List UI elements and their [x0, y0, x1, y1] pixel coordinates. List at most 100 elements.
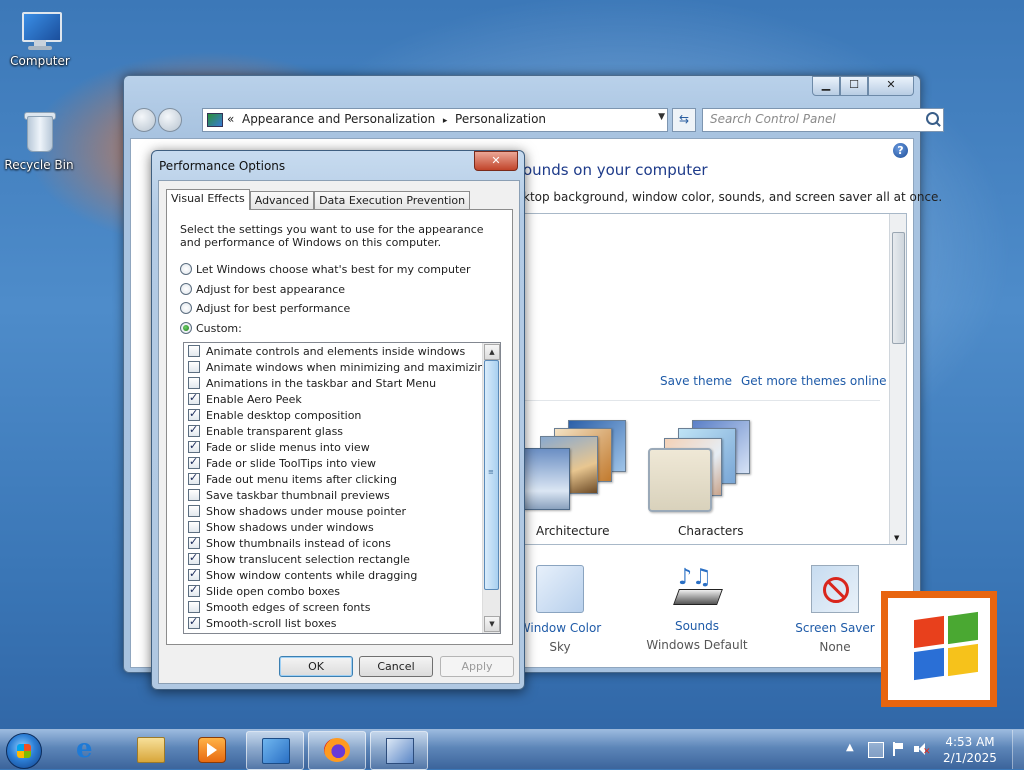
search-input[interactable]: Search Control Panel: [702, 108, 944, 132]
breadcrumb-overflow[interactable]: «: [227, 112, 234, 126]
get-more-themes-link[interactable]: Get more themes online: [741, 374, 887, 388]
checkbox[interactable]: [188, 601, 200, 613]
action-center-icon[interactable]: [891, 742, 905, 756]
option-row[interactable]: Show thumbnails instead of icons: [188, 534, 391, 552]
checkbox[interactable]: [188, 534, 200, 550]
checkbox[interactable]: [188, 489, 200, 501]
option-row[interactable]: Save taskbar thumbnail previews: [188, 488, 390, 504]
network-icon[interactable]: [868, 742, 884, 758]
option-row[interactable]: Fade out menu items after clicking: [188, 470, 397, 488]
option-label: Smooth-scroll list boxes: [206, 617, 337, 630]
apply-button[interactable]: Apply: [440, 656, 514, 677]
sounds-item[interactable]: ♪♫ Sounds Windows Default: [637, 565, 757, 652]
theme-architecture[interactable]: [524, 420, 634, 510]
search-icon[interactable]: [926, 112, 939, 125]
radio-button[interactable]: [180, 302, 192, 314]
cancel-button[interactable]: Cancel: [359, 656, 433, 677]
forward-button[interactable]: [158, 108, 182, 132]
option-row[interactable]: Enable Aero Peek: [188, 390, 302, 408]
taskbar-internet-explorer[interactable]: e: [61, 731, 117, 768]
radio-button[interactable]: [180, 263, 192, 275]
option-row[interactable]: Animate windows when minimizing and maxi…: [188, 360, 491, 376]
screen-saver-item[interactable]: Screen Saver None: [775, 565, 895, 654]
radio-let-windows-choose[interactable]: Let Windows choose what's best for my co…: [180, 263, 471, 276]
option-label: Show shadows under windows: [206, 521, 374, 534]
tab-data-execution-prevention[interactable]: Data Execution Prevention: [314, 191, 471, 209]
option-row[interactable]: Smooth edges of screen fonts: [188, 600, 370, 616]
refresh-button[interactable]: ⇆: [672, 108, 696, 132]
checkbox[interactable]: [188, 390, 200, 406]
volume-muted-icon[interactable]: ✕: [914, 742, 931, 757]
help-icon[interactable]: ?: [893, 143, 908, 158]
taskbar-media-player[interactable]: [183, 731, 239, 768]
screen-saver-icon: [811, 565, 859, 613]
breadcrumb-separator[interactable]: ▸: [443, 116, 448, 126]
start-button[interactable]: [6, 733, 42, 769]
scroll-up-icon[interactable]: ▲: [484, 344, 500, 360]
system-clock[interactable]: 4:53 AM 2/1/2025: [940, 734, 1000, 766]
show-desktop-button[interactable]: [1012, 730, 1024, 769]
show-hidden-icons-button[interactable]: ▲: [846, 742, 854, 753]
breadcrumb-personalization[interactable]: Personalization: [455, 112, 546, 126]
taskbar-control-panel[interactable]: [246, 731, 304, 770]
checkbox[interactable]: [188, 550, 200, 566]
save-theme-link[interactable]: Save theme: [660, 374, 732, 388]
address-bar[interactable]: « Appearance and Personalization ▸ Perso…: [202, 108, 668, 132]
radio-button[interactable]: [180, 283, 192, 295]
checkbox[interactable]: [188, 505, 200, 517]
radio-custom[interactable]: Custom:: [180, 322, 242, 335]
option-row[interactable]: Show shadows under mouse pointer: [188, 504, 406, 520]
option-row[interactable]: Fade or slide menus into view: [188, 438, 370, 456]
theme-characters[interactable]: [636, 420, 750, 512]
maximize-button[interactable]: ☐: [840, 76, 868, 96]
checkbox[interactable]: [188, 566, 200, 582]
checkbox[interactable]: [188, 454, 200, 470]
option-row[interactable]: Animations in the taskbar and Start Menu: [188, 376, 436, 392]
option-label: Show shadows under mouse pointer: [206, 505, 407, 518]
option-row[interactable]: Fade or slide ToolTips into view: [188, 454, 376, 472]
screen-saver-label[interactable]: Screen Saver: [775, 621, 895, 635]
option-row[interactable]: Enable transparent glass: [188, 422, 343, 440]
radio-button[interactable]: [180, 322, 192, 334]
ok-button[interactable]: OK: [279, 656, 353, 677]
scrollbar-thumb[interactable]: ≡: [484, 360, 499, 590]
checkbox[interactable]: [188, 345, 200, 357]
option-row[interactable]: Enable desktop composition: [188, 406, 361, 424]
checkbox[interactable]: [188, 406, 200, 422]
scroll-down-icon[interactable]: ▼: [894, 534, 899, 542]
desktop-icon-computer[interactable]: Computer: [2, 8, 78, 68]
checkbox[interactable]: [188, 582, 200, 598]
scroll-down-icon[interactable]: ▼: [484, 616, 500, 632]
checkbox[interactable]: [188, 422, 200, 438]
scrollbar-thumb[interactable]: [892, 232, 905, 344]
breadcrumb-appearance[interactable]: Appearance and Personalization: [242, 112, 435, 126]
desktop-icon-recycle-bin[interactable]: Recycle Bin: [1, 112, 77, 172]
list-scrollbar[interactable]: ▲ ≡ ▼: [482, 343, 500, 633]
themes-scrollbar[interactable]: ▼: [889, 214, 906, 544]
option-row[interactable]: Show shadows under windows: [188, 520, 374, 536]
option-row[interactable]: Show window contents while dragging: [188, 566, 417, 584]
option-row[interactable]: Animate controls and elements inside win…: [188, 344, 465, 360]
option-row[interactable]: Show translucent selection rectangle: [188, 550, 410, 568]
checkbox[interactable]: [188, 521, 200, 533]
minimize-button[interactable]: ▁: [812, 76, 840, 96]
tab-visual-effects[interactable]: Visual Effects: [166, 189, 250, 210]
checkbox[interactable]: [188, 361, 200, 373]
checkbox[interactable]: [188, 470, 200, 486]
checkbox[interactable]: [188, 438, 200, 454]
close-button[interactable]: ✕: [474, 151, 518, 171]
taskbar-firefox[interactable]: [308, 731, 366, 770]
option-row[interactable]: Smooth-scroll list boxes: [188, 614, 337, 632]
taskbar-system-properties[interactable]: [370, 731, 428, 770]
back-button[interactable]: [132, 108, 156, 132]
checkbox[interactable]: [188, 377, 200, 389]
taskbar-windows-explorer[interactable]: [122, 731, 178, 768]
radio-best-performance[interactable]: Adjust for best performance: [180, 302, 350, 315]
radio-best-appearance[interactable]: Adjust for best appearance: [180, 283, 345, 296]
tab-advanced[interactable]: Advanced: [249, 191, 315, 209]
chevron-down-icon[interactable]: ▼: [658, 112, 665, 122]
sounds-label[interactable]: Sounds: [637, 619, 757, 633]
checkbox[interactable]: [188, 614, 200, 630]
close-button[interactable]: ✕: [868, 76, 914, 96]
option-row[interactable]: Slide open combo boxes: [188, 582, 340, 600]
